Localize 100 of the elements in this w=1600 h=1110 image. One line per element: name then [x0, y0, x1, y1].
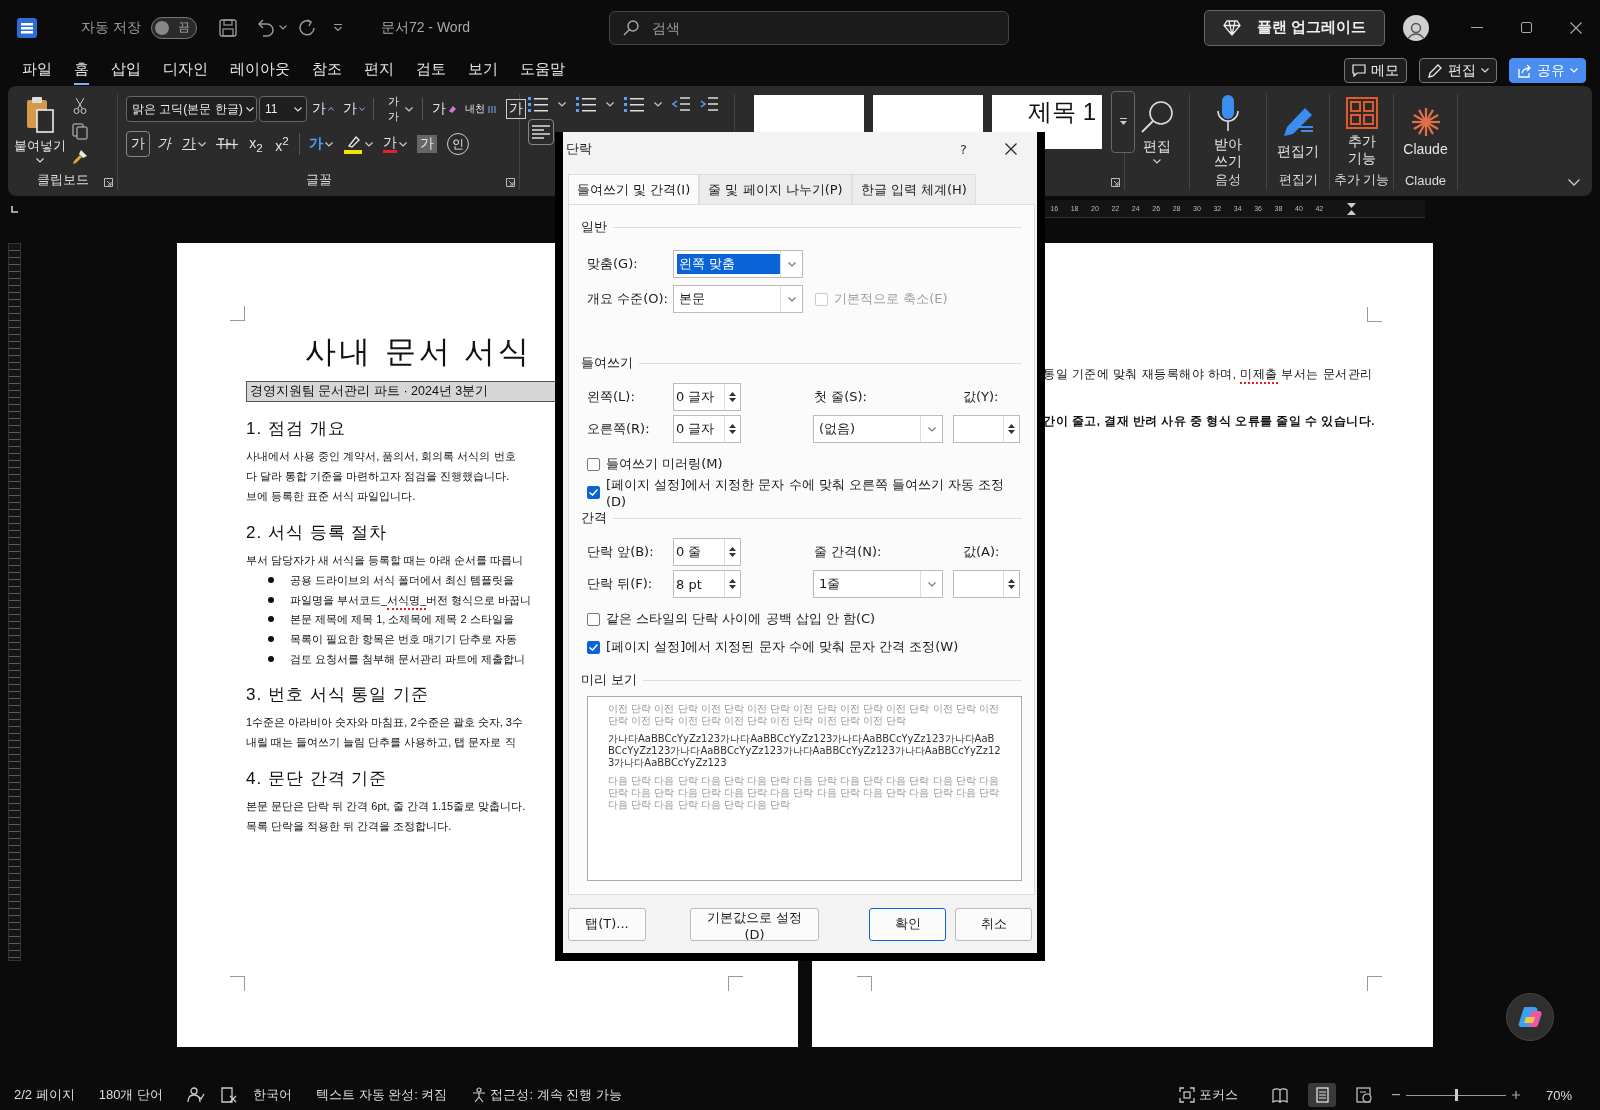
collapse-ribbon-icon[interactable]: [1568, 179, 1580, 186]
tab-selector-icon[interactable]: [11, 205, 18, 213]
gallery-more-button[interactable]: [1111, 91, 1135, 153]
copy-icon[interactable]: [72, 123, 88, 140]
checkbox-label[interactable]: [페이지 설정]에서 지정된 문자 수에 맞춰 문자 간격 조정(W): [606, 638, 959, 656]
menu-tab[interactable]: 참조: [312, 56, 342, 85]
italic-button[interactable]: 가: [152, 131, 176, 157]
clear-formatting-button[interactable]: 가: [428, 96, 460, 122]
font-size-dropdown[interactable]: 11: [259, 96, 307, 122]
underline-button[interactable]: 가: [178, 131, 210, 157]
spin-up-icon[interactable]: [729, 579, 736, 583]
comments-button[interactable]: 메모: [1344, 58, 1407, 83]
increase-indent-icon[interactable]: [700, 97, 718, 112]
zoom-in-icon[interactable]: [1511, 1091, 1520, 1099]
editing-button[interactable]: 편집: [1140, 100, 1174, 164]
spin-field[interactable]: [953, 570, 1020, 598]
checkbox[interactable]: [587, 457, 600, 471]
phonetic-guide-button[interactable]: 내천: [461, 96, 501, 122]
avatar[interactable]: [1403, 14, 1429, 41]
multilevel-list-icon[interactable]: [624, 96, 644, 113]
maximize-icon[interactable]: [1521, 22, 1532, 33]
assistant-button[interactable]: [1506, 993, 1554, 1041]
editor-button[interactable]: 편집기: [1277, 104, 1319, 160]
language[interactable]: 한국어: [253, 1086, 292, 1104]
spin-field[interactable]: 0 줄: [673, 538, 741, 566]
proofing-icon[interactable]: [187, 1087, 205, 1103]
dictate-button[interactable]: 받아 쓰기: [1214, 94, 1242, 170]
dialog-button[interactable]: 기본값으로 설정(D): [690, 907, 819, 941]
menu-tab[interactable]: 삽입: [111, 56, 141, 85]
menu-tab[interactable]: 도움말: [520, 56, 565, 85]
spin-field[interactable]: 0 글자: [673, 383, 741, 411]
menu-tab[interactable]: 레이아웃: [230, 56, 290, 85]
change-case-button[interactable]: 가가: [379, 96, 418, 122]
text-predictions-status[interactable]: 텍스트 자동 완성: 켜짐: [316, 1086, 448, 1104]
track-changes-icon[interactable]: [221, 1087, 237, 1103]
spin-up-icon[interactable]: [729, 424, 736, 428]
redo-icon[interactable]: [296, 17, 317, 38]
menu-tab[interactable]: 검토: [416, 56, 446, 85]
dialog-button[interactable]: 탭(T)...: [568, 907, 646, 941]
zoom-level[interactable]: 70%: [1545, 1087, 1572, 1103]
spin-field[interactable]: [953, 415, 1020, 443]
subscript-button[interactable]: x$_{2}$: [244, 131, 268, 157]
checkbox-label[interactable]: 들여쓰기 미러링(M): [606, 455, 723, 473]
autosave-toggle[interactable]: 끔: [150, 16, 197, 39]
dialog-launcher-icon[interactable]: [104, 178, 113, 187]
decrease-indent-icon[interactable]: [672, 97, 690, 112]
close-icon[interactable]: [1005, 143, 1017, 155]
accessibility-icon[interactable]: [471, 1087, 488, 1103]
spin-up-icon[interactable]: [1008, 579, 1015, 583]
checkbox-label[interactable]: [페이지 설정]에서 지정한 문자 수에 맞춰 오른쪽 들여쓰기 자동 조정(D): [605, 475, 1022, 509]
spin-up-icon[interactable]: [729, 547, 736, 551]
grow-font-button[interactable]: 가: [308, 96, 338, 122]
spin-down-icon[interactable]: [1008, 585, 1015, 589]
add-in-button[interactable]: Claude: [1403, 106, 1448, 158]
minimize-icon[interactable]: [1471, 26, 1483, 29]
spin-up-icon[interactable]: [729, 392, 736, 396]
spin-down-icon[interactable]: [1008, 430, 1015, 434]
spin-field[interactable]: 0 글자: [673, 415, 741, 443]
ok-button[interactable]: 확인: [869, 907, 946, 941]
character-shading-button[interactable]: 가: [413, 131, 441, 157]
tab[interactable]: 한글 입력 체계(H): [851, 174, 976, 204]
tab[interactable]: 줄 및 페이지 나누기(P): [699, 174, 852, 204]
slider-thumb[interactable]: [1454, 1089, 1458, 1101]
checkbox[interactable]: [587, 485, 600, 499]
dropdown[interactable]: 왼쪽 맞춤: [673, 250, 803, 278]
checkbox[interactable]: [587, 612, 600, 626]
dropdown[interactable]: (없음): [813, 415, 943, 443]
menu-tab[interactable]: 홈: [74, 56, 89, 85]
spin-down-icon[interactable]: [729, 585, 736, 589]
checkbox-label[interactable]: 같은 스타일의 단락 사이에 공백 삽입 안 함(C): [606, 610, 876, 628]
menu-tab[interactable]: 편지: [364, 56, 394, 85]
indent-marker-icon[interactable]: [1347, 202, 1357, 215]
checkbox[interactable]: [587, 640, 600, 654]
accessibility-status[interactable]: 접근성: 계속 진행 가능: [490, 1086, 622, 1104]
upgrade-button[interactable]: 플랜 업그레이드: [1203, 9, 1385, 46]
add-ins-button[interactable]: 추가 기능: [1345, 97, 1378, 167]
word-count[interactable]: 180개 단어: [98, 1086, 163, 1104]
close-icon[interactable]: [1570, 21, 1582, 34]
paste-button[interactable]: 붙여넣기: [8, 94, 72, 170]
page-count[interactable]: 2/2 페이지: [14, 1086, 75, 1104]
bold-button[interactable]: 가: [126, 131, 150, 157]
align-left-button[interactable]: [528, 119, 554, 145]
numbering-icon[interactable]: [576, 96, 596, 113]
menu-tab[interactable]: 보기: [468, 56, 498, 85]
customize-icon[interactable]: [332, 24, 343, 31]
search-field[interactable]: 검색: [609, 10, 1009, 45]
spin-field[interactable]: 8 pt: [673, 570, 741, 598]
tab[interactable]: 들여쓰기 및 간격(I): [568, 174, 700, 204]
dropdown[interactable]: 1줄: [813, 570, 943, 598]
help-button[interactable]: ?: [960, 141, 967, 157]
menu-tab[interactable]: 디자인: [163, 56, 208, 85]
spin-down-icon[interactable]: [729, 430, 736, 434]
superscript-button[interactable]: x$^{2}$: [270, 131, 294, 157]
menu-tab[interactable]: 파일: [22, 56, 52, 85]
font-color-button[interactable]: 가: [379, 131, 411, 157]
editing-mode-button[interactable]: 편집: [1419, 58, 1497, 83]
dialog-button[interactable]: 취소: [955, 907, 1032, 941]
dialog-launcher-icon[interactable]: [1111, 178, 1120, 187]
text-effects-button[interactable]: 가: [305, 131, 337, 157]
bullets-icon[interactable]: [528, 96, 548, 113]
